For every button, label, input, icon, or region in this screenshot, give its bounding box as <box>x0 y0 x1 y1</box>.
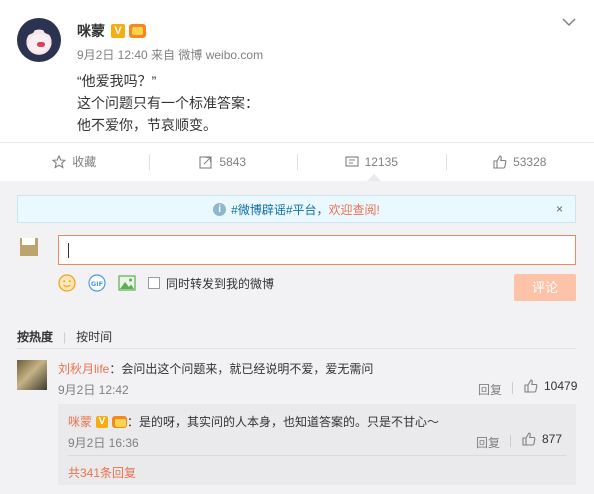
like-button[interactable]: 53328 <box>445 143 594 180</box>
comment-time: 9月2日 12:42 <box>58 383 129 397</box>
post-line: 他不爱你，节哀顺变。 <box>77 117 217 133</box>
avatar-cheek <box>37 42 45 47</box>
close-icon[interactable]: × <box>556 202 563 216</box>
forward-checkbox[interactable] <box>148 277 160 289</box>
sub-commenter-name[interactable]: 咪蒙 <box>68 413 92 430</box>
commenter-avatar[interactable] <box>17 360 47 390</box>
divider <box>512 382 513 394</box>
sort-by-hot-tab[interactable]: 按热度 <box>17 328 53 345</box>
emoji-icon[interactable] <box>58 274 76 292</box>
sub-comment-box: 咪蒙 V ：是的呀，其实问的人本身，也知道答案的。只是不甘心～ 9月2日 16:… <box>58 404 576 485</box>
sub-comment-time: 9月2日 16:36 <box>68 436 139 450</box>
sort-separator: | <box>63 329 67 344</box>
avatar-ear-right <box>42 19 60 37</box>
forward-icon <box>199 155 212 169</box>
favorite-button[interactable]: 收藏 <box>0 143 149 180</box>
comment-caret <box>367 174 381 181</box>
divider <box>510 435 511 447</box>
forward-button[interactable]: 5843 <box>148 143 298 180</box>
favorite-label: 收藏 <box>72 155 97 169</box>
avatar-ear-left <box>18 19 36 37</box>
thumbs-up-icon <box>524 379 538 393</box>
comment-input[interactable] <box>58 235 576 265</box>
thumbs-up-icon <box>522 432 536 446</box>
submit-comment-button[interactable]: 评论 <box>514 274 576 301</box>
commenter-name[interactable]: 刘秋月life <box>58 362 109 376</box>
comment-count: 12135 <box>364 154 398 169</box>
star-icon <box>52 154 67 169</box>
forward-count: 5843 <box>219 154 247 169</box>
comment-reply-button[interactable]: 回复 <box>478 381 502 398</box>
sub-comment-like-count: 877 <box>542 432 563 446</box>
sub-comment-text: 咪蒙 V ：是的呀，其实问的人本身，也知道答案的。只是不甘心～ <box>68 413 439 430</box>
sub-comment-reply-button[interactable]: 回复 <box>476 434 500 451</box>
verified-v-icon[interactable]: V <box>96 415 109 428</box>
gif-icon[interactable]: GIF <box>88 274 106 292</box>
rumor-notice[interactable]: i #微博辟谣#平台， 欢迎查阅! × <box>17 195 576 223</box>
sub-comment-like-button[interactable]: 877 <box>510 432 563 447</box>
composer-tools: GIF 同时转发到我的微博 <box>58 274 274 292</box>
divider <box>68 455 566 456</box>
action-bar: 收藏 5843 12135 53328 <box>0 142 594 180</box>
notice-link[interactable]: 欢迎查阅! <box>329 201 380 218</box>
my-avatar <box>20 238 38 256</box>
post-content: “他爱我吗？” 这个问题只有一个标准答案： 他不爱你，节哀顺变。 <box>77 70 259 136</box>
chevron-down-icon[interactable] <box>561 14 577 30</box>
sort-by-time-tab[interactable]: 按时间 <box>76 328 112 345</box>
svg-text:GIF: GIF <box>91 280 103 288</box>
comment-icon <box>345 155 359 167</box>
weibo-post: 咪蒙 V 9月2日 12:40 来自 微博 weibo.com “他爱我吗？” … <box>0 0 594 142</box>
image-icon[interactable] <box>118 274 136 292</box>
divider <box>17 348 576 349</box>
comment-body: ：会问出这个问题来，就已经说明不爱，爱无需问 <box>109 362 374 376</box>
more-replies-link[interactable]: 共341条回复 <box>68 464 136 481</box>
sort-bar: 按热度 | 按时间 <box>17 328 112 345</box>
comment-section: i #微博辟谣#平台， 欢迎查阅! × GIF 同时转发到我的微博 评论 按热度… <box>0 181 594 494</box>
notice-text: #微博辟谣#平台， <box>231 202 329 217</box>
vip-crown-icon[interactable] <box>112 415 128 428</box>
post-meta: 9月2日 12:40 来自 微博 weibo.com <box>77 48 264 62</box>
verified-v-icon[interactable]: V <box>111 24 125 38</box>
author-row: 咪蒙 V <box>77 21 146 41</box>
author-name[interactable]: 咪蒙 <box>77 21 105 41</box>
thumbs-up-icon <box>493 154 507 169</box>
sub-comment-body: ：是的呀，其实问的人本身，也知道答案的。只是不甘心～ <box>127 415 440 429</box>
vip-crown-icon[interactable] <box>129 24 146 38</box>
comment-text: 刘秋月life：会问出这个问题来，就已经说明不爱，爱无需问 <box>58 360 373 377</box>
forward-checkbox-label[interactable]: 同时转发到我的微博 <box>166 275 274 292</box>
post-line: 这个问题只有一个标准答案： <box>77 95 259 111</box>
author-avatar[interactable] <box>17 18 61 62</box>
post-line: “他爱我吗？” <box>77 73 157 89</box>
info-icon: i <box>213 202 227 216</box>
like-count: 53328 <box>513 154 547 169</box>
comment-like-button[interactable]: 10479 <box>512 379 578 394</box>
text-cursor <box>68 243 69 258</box>
comment-like-count: 10479 <box>544 379 578 393</box>
